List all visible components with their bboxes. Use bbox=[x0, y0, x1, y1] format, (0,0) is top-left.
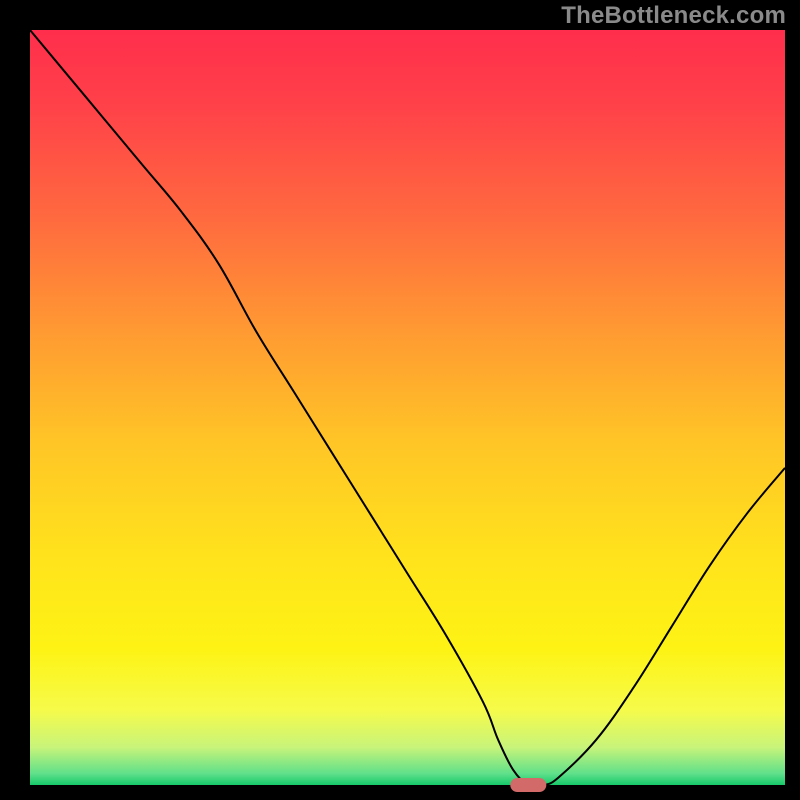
watermark-label: TheBottleneck.com bbox=[561, 2, 786, 30]
minimum-marker bbox=[510, 778, 546, 792]
bottleneck-chart bbox=[0, 0, 800, 800]
plot-background bbox=[30, 30, 785, 785]
chart-canvas: TheBottleneck.com bbox=[0, 0, 800, 800]
